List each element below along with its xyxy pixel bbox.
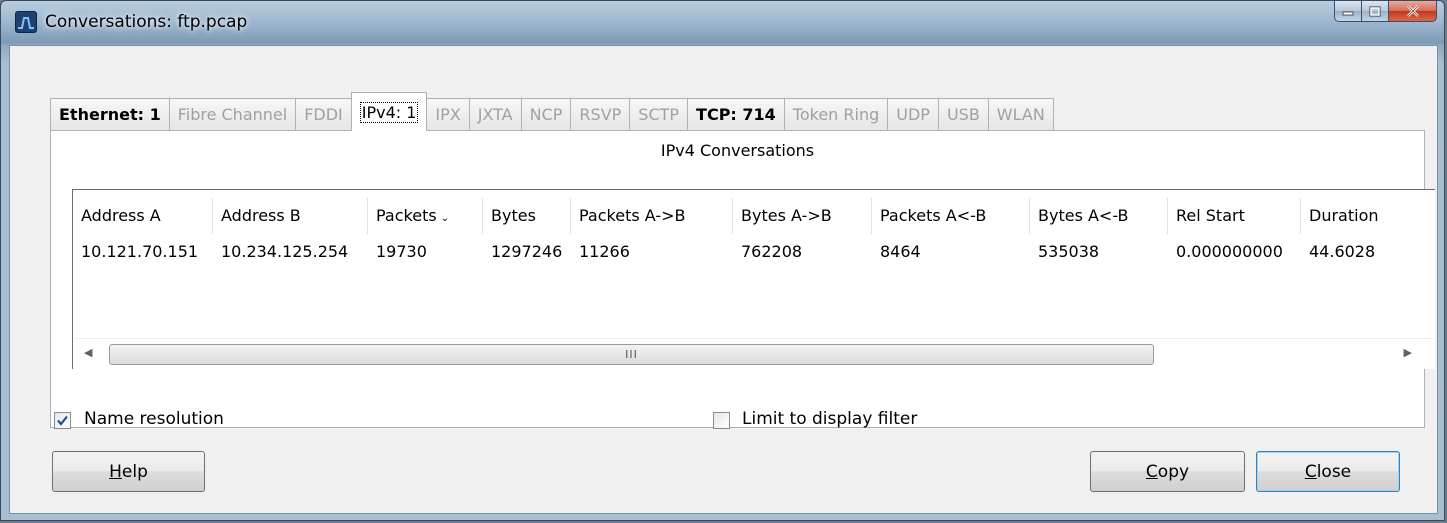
- copy-button-label: opy: [1157, 461, 1190, 482]
- tab-wlan: WLAN: [987, 98, 1054, 130]
- column-header-packets-a-to-b[interactable]: Packets A->B: [571, 198, 733, 234]
- column-header-rel-start[interactable]: Rel Start: [1168, 198, 1301, 234]
- column-header-bytes-a-to-b[interactable]: Bytes A->B: [733, 198, 872, 234]
- tab-rsvp: RSVP: [570, 98, 631, 130]
- close-icon: [1406, 5, 1419, 17]
- scroll-right-arrow-icon[interactable]: ▶: [1404, 346, 1412, 359]
- tab-label: Ethernet: 1: [59, 105, 161, 124]
- tab-label: SCTP: [638, 105, 680, 124]
- help-button[interactable]: Help: [52, 451, 205, 492]
- name-resolution-checkbox[interactable]: [54, 412, 71, 429]
- cell-rel-start: 0.000000000: [1176, 242, 1283, 261]
- scroll-left-arrow-icon[interactable]: ◀: [84, 346, 92, 359]
- tab-fibre-channel: Fibre Channel: [168, 98, 297, 130]
- column-header-address-b[interactable]: Address B: [213, 198, 368, 234]
- close-button[interactable]: Close: [1256, 451, 1400, 492]
- tab-label: WLAN: [996, 105, 1045, 124]
- help-button-mnemonic: H: [109, 461, 122, 482]
- tab-usb: USB: [937, 98, 989, 130]
- tab-label: USB: [946, 105, 980, 124]
- tab-ethernet-1[interactable]: Ethernet: 1: [50, 98, 170, 130]
- cell-bytes: 1297246: [491, 242, 563, 261]
- tab-panel: IPv4 Conversations Address A Address B P…: [50, 130, 1435, 428]
- column-header-address-a[interactable]: Address A: [73, 198, 213, 234]
- name-resolution-label[interactable]: Name resolution: [84, 409, 224, 429]
- copy-button[interactable]: Copy: [1090, 451, 1245, 492]
- tab-label: UDP: [896, 105, 930, 124]
- tab-ipv4-1[interactable]: IPv4: 1: [350, 92, 428, 131]
- limit-to-display-filter-label[interactable]: Limit to display filter: [742, 409, 917, 429]
- column-header-bytes-b-to-a[interactable]: Bytes A<-B: [1030, 198, 1168, 234]
- copy-button-mnemonic: C: [1145, 461, 1158, 482]
- table-header: Address A Address B Packets ⌄ Bytes Packe…: [73, 198, 1435, 234]
- tab-label: NCP: [529, 105, 563, 124]
- table-row[interactable]: 10.121.70.151 10.234.125.254 19730 12972…: [73, 234, 1435, 270]
- tab-jxta: JXTA: [468, 98, 522, 130]
- tab-fddi: FDDI: [295, 98, 352, 130]
- tab-ncp: NCP: [520, 98, 572, 130]
- cell-packets-a-to-b: 11266: [579, 242, 630, 261]
- column-header-packets[interactable]: Packets ⌄: [368, 198, 483, 234]
- maximize-button[interactable]: [1362, 1, 1389, 22]
- tab-ipx: IPX: [426, 98, 470, 130]
- tab-label: TCP: 714: [696, 105, 776, 124]
- scroll-thumb[interactable]: III: [109, 344, 1154, 365]
- horizontal-scrollbar[interactable]: ◀ III ▶: [74, 338, 1434, 369]
- wireshark-app-icon: [15, 11, 37, 33]
- close-window-button[interactable]: [1389, 1, 1437, 22]
- conversations-window: Conversations: ftp.pcap Ethernet: 1 Fibre…: [0, 0, 1445, 521]
- limit-to-display-filter-checkbox[interactable]: [713, 412, 730, 429]
- column-header-packets-b-to-a[interactable]: Packets A<-B: [872, 198, 1030, 234]
- close-button-label: lose: [1316, 461, 1352, 482]
- tab-label: Token Ring: [792, 105, 880, 124]
- caption-buttons: [1334, 1, 1437, 23]
- minimize-icon: [1342, 11, 1354, 16]
- tab-label: JXTA: [477, 105, 513, 124]
- column-header-bytes[interactable]: Bytes: [483, 198, 571, 234]
- tab-sctp: SCTP: [629, 98, 689, 130]
- window-title: Conversations: ftp.pcap: [45, 12, 248, 32]
- panel-title: IPv4 Conversations: [660, 141, 815, 160]
- maximize-icon: [1369, 6, 1381, 16]
- tab-label: IPv4: 1: [359, 101, 419, 123]
- column-header-packets-label: Packets: [376, 206, 437, 225]
- tab-token-ring: Token Ring: [783, 98, 889, 130]
- tab-tcp-714[interactable]: TCP: 714: [687, 98, 785, 130]
- title-bar[interactable]: Conversations: ftp.pcap: [1, 1, 1444, 45]
- tab-label: IPX: [435, 105, 461, 124]
- sort-descending-icon: ⌄: [440, 213, 450, 224]
- checkmark-icon: [57, 415, 68, 426]
- minimize-button[interactable]: [1334, 1, 1362, 22]
- help-button-label: elp: [121, 461, 148, 482]
- cell-duration: 44.6028: [1309, 242, 1376, 261]
- tab-label: RSVP: [579, 105, 622, 124]
- cell-packets: 19730: [376, 242, 427, 261]
- column-header-duration[interactable]: Duration: [1301, 198, 1435, 234]
- cell-address-a: 10.121.70.151: [81, 242, 199, 261]
- tab-label: Fibre Channel: [177, 105, 288, 124]
- cell-bytes-a-to-b: 762208: [741, 242, 803, 261]
- close-button-mnemonic: C: [1304, 461, 1317, 482]
- tab-label: FDDI: [304, 105, 343, 124]
- cell-address-b: 10.234.125.254: [221, 242, 349, 261]
- cell-packets-b-to-a: 8464: [880, 242, 921, 261]
- dialog-client-area: Ethernet: 1 Fibre Channel FDDI IPv4: 1 IPX JX…: [9, 45, 1438, 514]
- cell-bytes-b-to-a: 535038: [1038, 242, 1100, 261]
- protocol-tabs: Ethernet: 1 Fibre Channel FDDI IPv4: 1 IPX JX…: [50, 88, 1054, 131]
- tab-udp: UDP: [887, 98, 939, 130]
- conversations-table[interactable]: Address A Address B Packets ⌄ Bytes Packe…: [72, 189, 1435, 369]
